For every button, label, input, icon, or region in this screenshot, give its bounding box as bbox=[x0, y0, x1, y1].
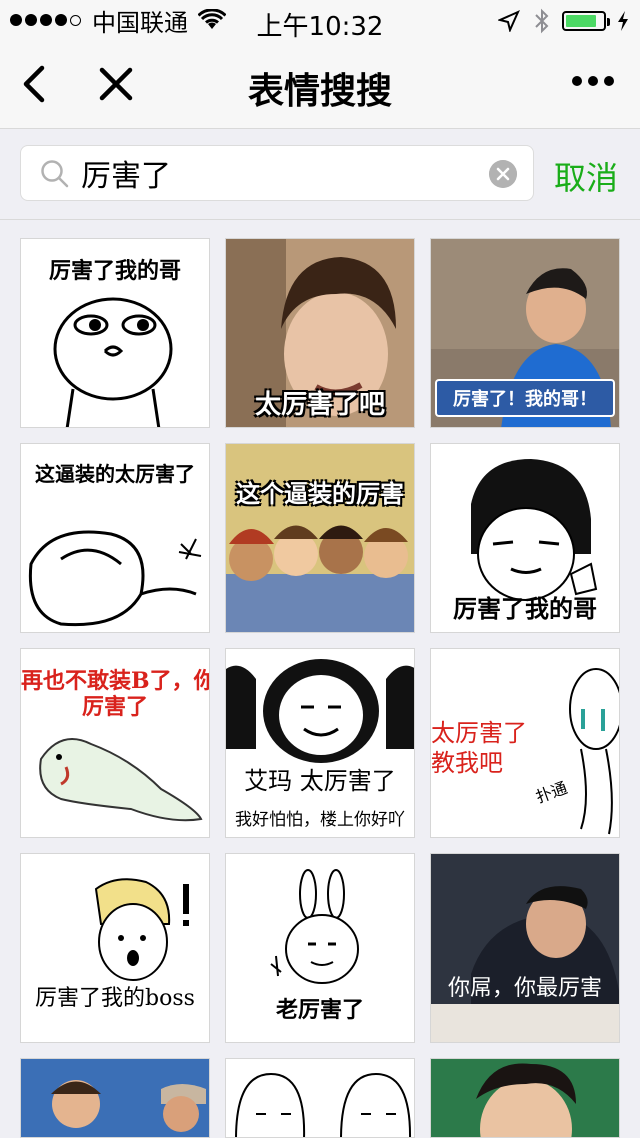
cartoon-seal-image bbox=[39, 738, 203, 822]
search-input[interactable] bbox=[81, 154, 481, 192]
sticker-tile[interactable] bbox=[225, 1058, 415, 1138]
clear-icon[interactable] bbox=[489, 160, 517, 188]
cancel-button[interactable]: 取消 bbox=[554, 153, 618, 199]
status-right bbox=[498, 8, 630, 34]
sticker-tile[interactable]: 老厉害了 bbox=[225, 853, 415, 1043]
cartoon-image bbox=[235, 1072, 411, 1137]
cartoon-bear-image bbox=[28, 530, 202, 627]
cartoon-face-image bbox=[53, 297, 173, 427]
sticker-tile[interactable]: 这个逼装的厉害 bbox=[225, 443, 415, 633]
more-icon[interactable] bbox=[566, 76, 614, 86]
battery-icon bbox=[562, 11, 610, 31]
sticker-tile[interactable]: 太厉害了 教我吧 扑通 bbox=[430, 648, 620, 838]
photo-image bbox=[21, 1059, 209, 1137]
sticker-tile[interactable]: 你屌，你最厉害 bbox=[430, 853, 620, 1043]
sticker-caption: 厉害了我的哥 bbox=[453, 595, 597, 623]
bluetooth-icon bbox=[535, 8, 549, 34]
sticker-tile[interactable]: 再也不敢装B了，你 厉害了 bbox=[20, 648, 210, 838]
charging-icon bbox=[618, 11, 628, 31]
sticker-tile[interactable]: 厉害了！我的哥！ bbox=[430, 238, 620, 428]
nav-bar: 表情搜搜 bbox=[0, 40, 640, 129]
sticker-tile[interactable]: 厉害了我的哥 bbox=[20, 238, 210, 428]
search-icon bbox=[41, 160, 69, 188]
sticker-tile[interactable]: 太厉害了吧 bbox=[225, 238, 415, 428]
sticker-tile[interactable]: 厉害了我的boss bbox=[20, 853, 210, 1043]
cartoon-face-image bbox=[94, 878, 189, 981]
cartoon-crying-image bbox=[569, 668, 619, 835]
sticker-tile[interactable] bbox=[430, 1058, 620, 1138]
location-arrow-icon bbox=[498, 10, 520, 32]
sticker-tile[interactable]: 厉害了我的哥 bbox=[430, 443, 620, 633]
sticker-caption: 这个逼装的厉害 bbox=[236, 480, 404, 508]
search-area: 取消 bbox=[0, 129, 640, 220]
search-box bbox=[20, 145, 534, 201]
sticker-caption: 艾玛 太厉害了 bbox=[244, 767, 396, 795]
sticker-tile[interactable]: 这逼装的太厉害了 bbox=[20, 443, 210, 633]
sticker-tile[interactable] bbox=[20, 1058, 210, 1138]
page-title: 表情搜搜 bbox=[247, 71, 392, 112]
cartoon-crowd-image bbox=[226, 444, 414, 632]
status-bar: 中国联通 上午10:32 bbox=[0, 0, 640, 42]
sticker-caption: 你屌，你最厉害 bbox=[447, 976, 602, 1001]
sticker-caption: 太厉害了吧 bbox=[254, 390, 385, 420]
photo-image bbox=[431, 1059, 619, 1137]
sticker-caption: 老厉害了 bbox=[275, 998, 364, 1023]
photo-image bbox=[431, 854, 619, 1042]
sticker-caption-line2: 我好怕怕，楼上你好吖 bbox=[235, 810, 405, 830]
sticker-caption: 厉害了！我的哥！ bbox=[435, 379, 615, 417]
sticker-tile[interactable]: 艾玛 太厉害了 我好怕怕，楼上你好吖 bbox=[225, 648, 415, 838]
sticker-caption: 厉害了我的boss bbox=[35, 986, 195, 1011]
